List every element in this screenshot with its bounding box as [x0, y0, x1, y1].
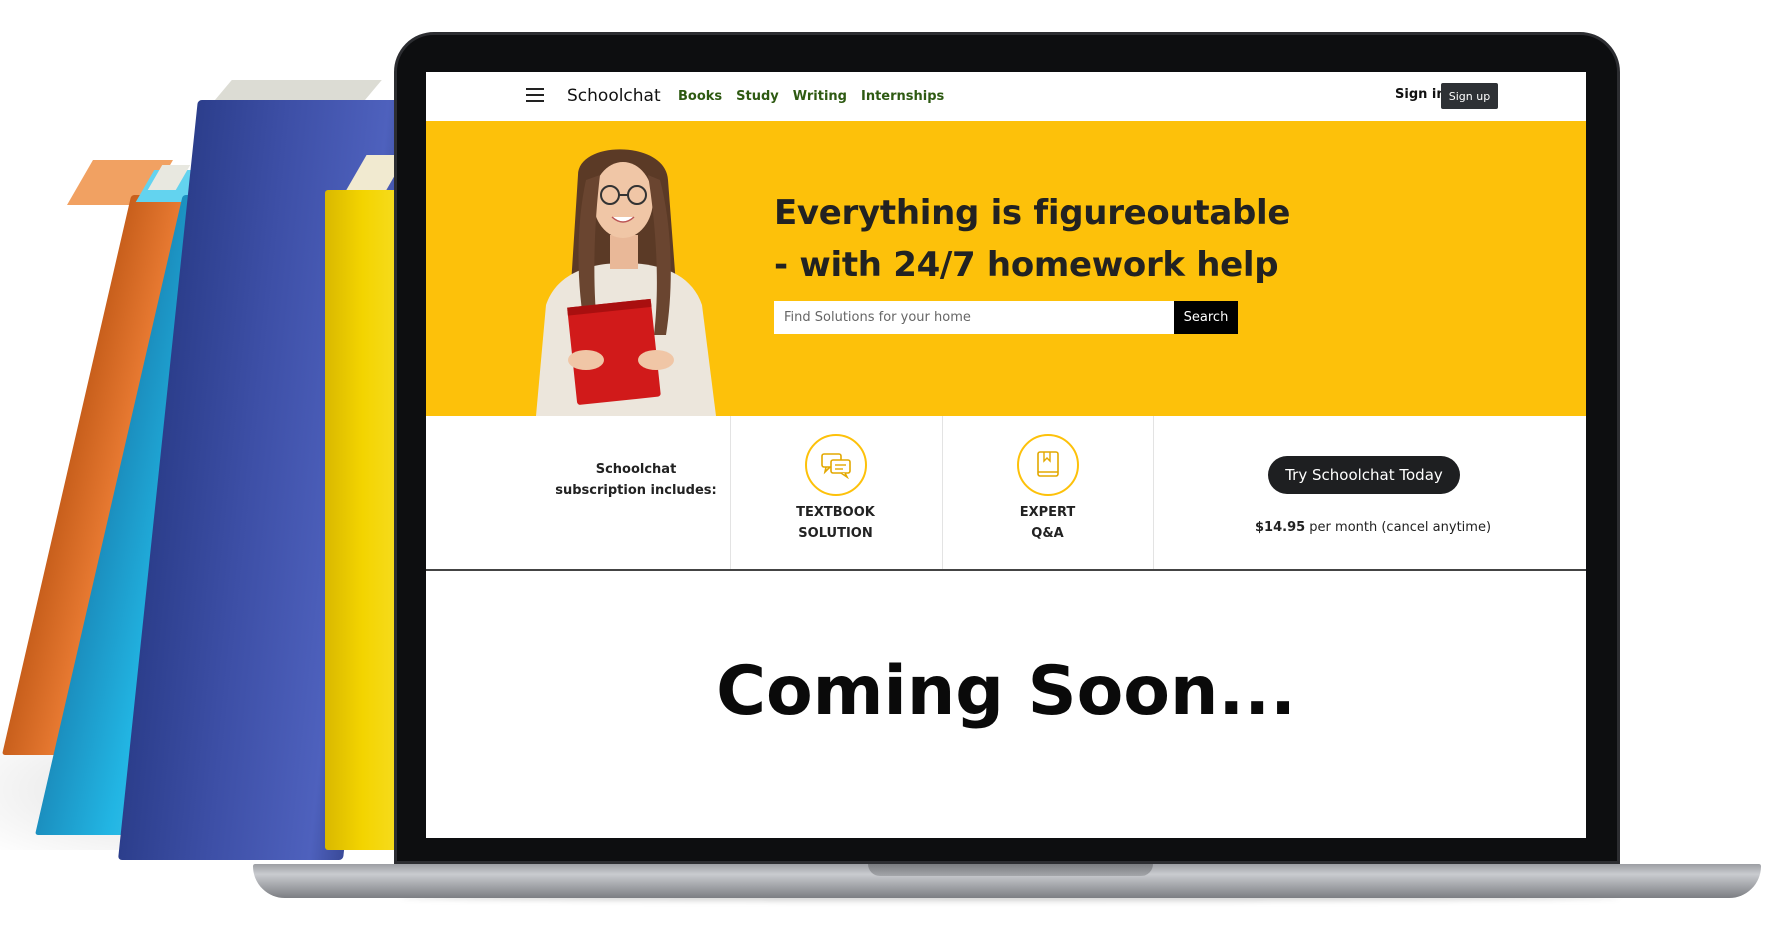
price-amount: $14.95 [1255, 520, 1306, 535]
brand-logo[interactable]: Schoolchat [567, 86, 661, 106]
hero-title-line2: - with 24/7 homework help [774, 245, 1279, 285]
subscription-features: Schoolchat subscription includes: TEXTBO… [426, 416, 1586, 571]
main-nav: Books Study Writing Internships [678, 89, 944, 104]
price-suffix: per month (cancel anytime) [1305, 520, 1492, 535]
search-button[interactable]: Search [1174, 301, 1238, 334]
feature-expert-qa: EXPERT Q&A [930, 434, 1165, 544]
price-text: $14.95 per month (cancel anytime) [1255, 520, 1491, 535]
nav-link-writing[interactable]: Writing [793, 89, 847, 104]
nav-link-internships[interactable]: Internships [861, 89, 944, 104]
feature-textbook-solution: TEXTBOOK SOLUTION [718, 434, 953, 544]
laptop-notch [868, 864, 1153, 876]
top-navbar: Schoolchat Books Study Writing Internshi… [426, 72, 1586, 121]
hero-title: Everything is figureoutable - with 24/7 … [774, 187, 1290, 291]
search-input[interactable] [774, 301, 1174, 334]
chat-bubbles-icon [804, 434, 867, 496]
nav-link-study[interactable]: Study [736, 89, 779, 104]
feature-label-line2: Q&A [1031, 526, 1064, 541]
hero-title-line1: Everything is figureoutable [774, 193, 1291, 233]
feature-label-line1: EXPERT [1019, 505, 1076, 520]
try-schoolchat-button[interactable]: Try Schoolchat Today [1268, 456, 1460, 494]
yellow-book [325, 190, 400, 850]
sign-in-link[interactable]: Sign in [1395, 87, 1446, 102]
laptop-screen: Schoolchat Books Study Writing Internshi… [426, 72, 1586, 838]
feature-divider [1153, 416, 1154, 569]
feature-label-line1: TEXTBOOK [796, 505, 875, 520]
book-icon [1016, 434, 1079, 496]
subscription-intro-line2: subscription includes: [555, 483, 717, 498]
student-photo [536, 149, 716, 416]
nav-link-books[interactable]: Books [678, 89, 722, 104]
subscription-intro: Schoolchat subscription includes: [526, 459, 746, 501]
hero-banner: Everything is figureoutable - with 24/7 … [426, 121, 1586, 416]
search-bar: Search [774, 301, 1238, 334]
hamburger-menu-icon[interactable] [526, 88, 544, 102]
feature-label-line2: SOLUTION [798, 526, 873, 541]
coming-soon-heading: Coming Soon... [716, 652, 1296, 731]
books-illustration [0, 0, 423, 938]
subscription-intro-line1: Schoolchat [595, 462, 677, 477]
sign-up-button[interactable]: Sign up [1441, 83, 1498, 109]
